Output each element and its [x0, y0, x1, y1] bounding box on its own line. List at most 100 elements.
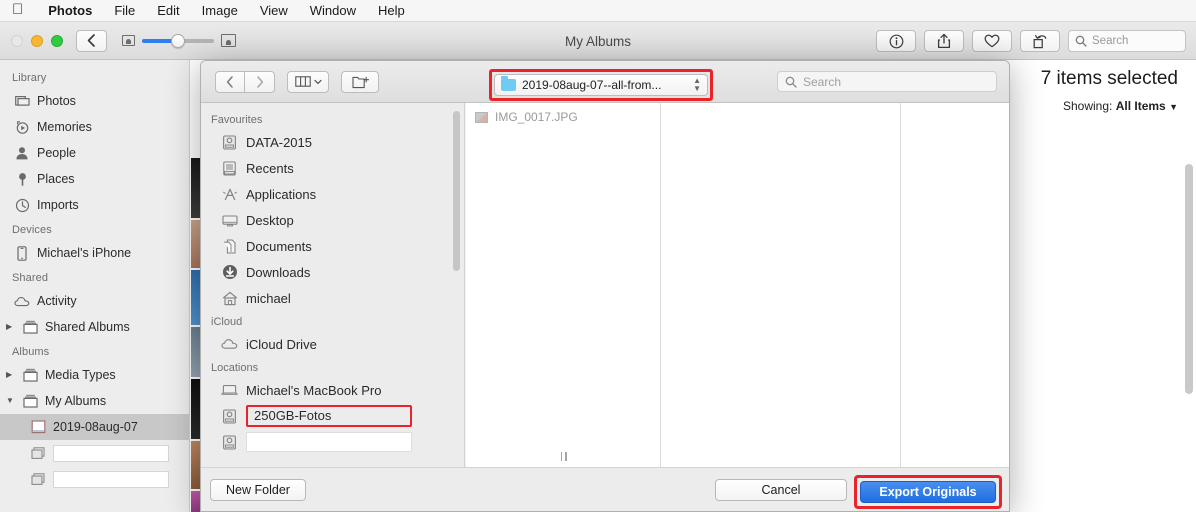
dialog-sidebar-scrollbar[interactable] [453, 111, 460, 271]
dialog-sidebar-item-michaels-macbook-pro[interactable]: Michael's MacBook Pro [201, 377, 464, 403]
dialog-file-browser[interactable]: IMG_0017.JPG [466, 103, 1009, 467]
chevron-right-icon[interactable]: ▶ [6, 371, 15, 379]
sidebar-item-memories[interactable]: Memories [0, 114, 189, 140]
album-name-field[interactable] [53, 444, 169, 462]
dialog-sidebar-item-recents[interactable]: Recents [201, 155, 464, 181]
sidebar-item-label: My Albums [45, 394, 107, 408]
selection-count-label: 7 items selected [1040, 68, 1178, 89]
photos-icon [14, 93, 30, 109]
showing-value: All Items [1115, 99, 1166, 113]
sidebar-item-label: Media Types [45, 368, 116, 382]
sidebar-item-imports[interactable]: Imports [0, 192, 189, 218]
apple-logo-icon[interactable]:  [12, 2, 23, 17]
dialog-sidebar-item-label: Documents [246, 238, 312, 254]
dialog-sidebar-item-michael[interactable]: michael [201, 285, 464, 311]
dialog-sidebar-item-label-highlighted: 250GB-Fotos [246, 405, 412, 427]
desktop-icon [221, 212, 238, 229]
content-scrollbar[interactable] [1185, 164, 1193, 394]
destination-popup-button[interactable]: 2019-08aug-07--all-from... ▲ ▼ [494, 74, 708, 96]
dialog-back-button[interactable] [215, 70, 245, 93]
chevron-down-icon[interactable]: ▼ [1169, 102, 1178, 112]
showing-filter[interactable]: Showing: All Items ▼ [1041, 99, 1178, 113]
back-button[interactable] [76, 29, 107, 52]
menu-item-window[interactable]: Window [299, 0, 367, 22]
dialog-search-field[interactable]: Search [777, 71, 997, 92]
dialog-sidebar-item-volume-3[interactable] [201, 429, 464, 455]
dialog-sidebar-item-desktop[interactable]: Desktop [201, 207, 464, 233]
dialog-sidebar[interactable]: Favourites DATA-2015 Recents Application… [201, 103, 465, 467]
menu-item-file[interactable]: File [103, 0, 146, 22]
sidebar-section-albums: Albums [12, 346, 50, 358]
dialog-sidebar-item-label: Recents [246, 160, 294, 176]
sidebar-item-album-untitled-1[interactable] [0, 440, 189, 466]
sidebar-item-my-albums[interactable]: ▼ My Albums [0, 388, 189, 414]
zoom-button[interactable] [51, 34, 63, 47]
dialog-sidebar-item-documents[interactable]: Documents [201, 233, 464, 259]
dialog-sidebar-item-applications[interactable]: Applications [201, 181, 464, 207]
thumbnail-zoom-slider[interactable] [122, 33, 236, 48]
sidebar-section-devices: Devices [12, 224, 52, 236]
menu-item-image[interactable]: Image [191, 0, 249, 22]
new-folder-toolbar-button[interactable] [341, 70, 379, 93]
chevron-down-icon[interactable]: ▼ [6, 397, 15, 405]
chevron-right-icon[interactable]: ▶ [6, 323, 15, 331]
chevron-right-icon [256, 75, 263, 88]
file-column-3[interactable] [901, 103, 1009, 467]
dialog-sidebar-item-label: michael [246, 290, 291, 306]
album-stack-icon [22, 393, 38, 409]
new-folder-button[interactable]: New Folder [210, 479, 306, 501]
dialog-sidebar-item-downloads[interactable]: Downloads [201, 259, 464, 285]
minimize-button[interactable] [31, 34, 43, 47]
sidebar-item-media-types[interactable]: ▶ Media Types [0, 362, 189, 388]
iphone-icon [14, 245, 30, 261]
dialog-forward-button[interactable] [245, 70, 275, 93]
export-originals-button[interactable]: Export Originals [860, 481, 996, 503]
imports-clock-icon [14, 197, 30, 213]
cancel-button[interactable]: Cancel [715, 479, 847, 501]
photos-toolbar: My Albums Search [0, 22, 1196, 60]
sidebar-item-shared-albums[interactable]: ▶ Shared Albums [0, 314, 189, 340]
close-button[interactable] [11, 34, 23, 47]
file-column-1[interactable]: IMG_0017.JPG [466, 103, 661, 467]
sidebar-item-michaels-iphone[interactable]: Michael's iPhone [0, 240, 189, 266]
menu-item-help[interactable]: Help [367, 0, 416, 22]
album-stack-icon [30, 471, 46, 487]
sidebar-item-album-2019-08aug-07[interactable]: 2019-08aug-07 [0, 414, 189, 440]
info-button[interactable] [876, 30, 916, 52]
dialog-action-bar: New Folder Cancel Export Originals [201, 467, 1009, 511]
dialog-sidebar-item-icloud-drive[interactable]: iCloud Drive [201, 331, 464, 357]
column-view-icon [294, 76, 311, 87]
share-button[interactable] [924, 30, 964, 52]
favorite-button[interactable] [972, 30, 1012, 52]
photos-sidebar[interactable]: Library Photos Memories People Places Im… [0, 60, 190, 512]
menu-item-photos[interactable]: Photos [37, 0, 103, 22]
sidebar-item-activity[interactable]: Activity [0, 288, 189, 314]
photos-search-field[interactable]: Search [1068, 30, 1186, 52]
export-button-highlight: Export Originals [854, 475, 1002, 509]
dialog-sidebar-item-data-2015[interactable]: DATA-2015 [201, 129, 464, 155]
album-name-field[interactable] [53, 470, 169, 488]
file-row[interactable]: IMG_0017.JPG [466, 107, 660, 127]
sidebar-item-photos[interactable]: Photos [0, 88, 189, 114]
stepper-updown-icon[interactable]: ▲ ▼ [693, 77, 701, 93]
zoom-slider-knob[interactable] [171, 33, 185, 48]
view-mode-button[interactable] [287, 70, 329, 93]
dialog-section-favourites: Favourites [211, 114, 263, 126]
sidebar-item-label: People [37, 146, 76, 160]
menu-item-view[interactable]: View [249, 0, 299, 22]
rotate-button[interactable] [1020, 30, 1060, 52]
zoom-slider-track[interactable] [142, 33, 214, 48]
menu-item-edit[interactable]: Edit [146, 0, 190, 22]
sidebar-item-places[interactable]: Places [0, 166, 189, 192]
harddrive-icon [221, 134, 238, 151]
new-folder-icon [351, 76, 369, 88]
sidebar-item-album-untitled-2[interactable] [0, 466, 189, 492]
dialog-section-locations: Locations [211, 362, 259, 374]
dialog-section-icloud: iCloud [211, 316, 243, 328]
album-stack-icon [22, 367, 38, 383]
file-column-2[interactable] [661, 103, 901, 467]
search-icon [1075, 35, 1087, 47]
dialog-sidebar-item-250gb-fotos[interactable]: 250GB-Fotos [201, 403, 464, 429]
sidebar-item-people[interactable]: People [0, 140, 189, 166]
column-resizer-icon[interactable] [466, 445, 661, 467]
